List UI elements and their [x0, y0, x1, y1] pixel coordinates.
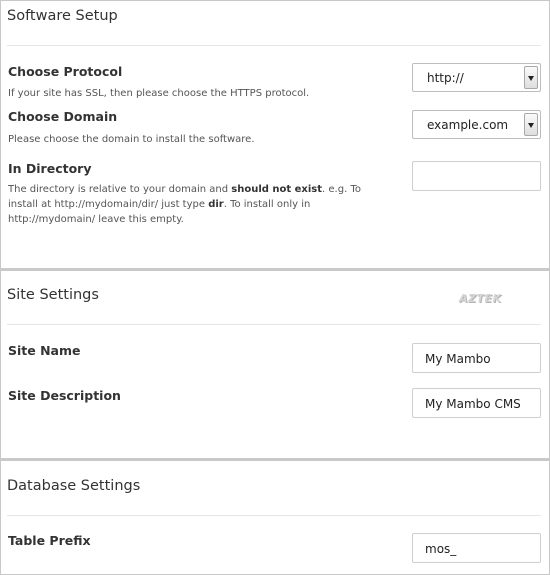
site-description-label: Site Description: [8, 388, 121, 403]
site-name-input-value: My Mambo: [425, 352, 491, 366]
chevron-down-icon[interactable]: [524, 113, 538, 136]
directory-input[interactable]: [412, 161, 541, 191]
choose-protocol-label: Choose Protocol: [8, 64, 123, 79]
choose-domain-description: Please choose the domain to install the …: [8, 134, 255, 145]
table-prefix-input[interactable]: mos_: [412, 533, 541, 563]
section-divider: [1, 268, 550, 271]
aztek-logo: AZTEK: [459, 292, 502, 305]
in-directory-label: In Directory: [8, 161, 92, 176]
site-description-input-value: My Mambo CMS: [425, 397, 521, 411]
section-rule: [7, 45, 541, 46]
software-setup-title: Software Setup: [7, 8, 118, 24]
table-prefix-label: Table Prefix: [8, 533, 91, 548]
site-name-input[interactable]: My Mambo: [412, 343, 541, 373]
in-directory-description: The directory is relative to your domain…: [8, 184, 361, 225]
protocol-select[interactable]: http://: [412, 63, 541, 92]
site-settings-title: Site Settings: [7, 287, 99, 303]
table-prefix-input-value: mos_: [425, 542, 457, 556]
protocol-select-value: http://: [427, 71, 464, 85]
choose-domain-label: Choose Domain: [8, 109, 118, 124]
install-form-panel: Software Setup Choose Protocol If your s…: [0, 0, 550, 575]
section-rule: [7, 515, 541, 516]
domain-select[interactable]: example.com: [412, 110, 541, 139]
site-name-label: Site Name: [8, 343, 81, 358]
section-rule: [7, 324, 541, 325]
database-settings-title: Database Settings: [7, 478, 141, 494]
domain-select-value: example.com: [427, 118, 509, 132]
site-description-input[interactable]: My Mambo CMS: [412, 388, 541, 418]
chevron-down-icon[interactable]: [524, 66, 538, 89]
section-divider: [1, 458, 550, 461]
choose-protocol-description: If your site has SSL, then please choose…: [8, 88, 310, 99]
